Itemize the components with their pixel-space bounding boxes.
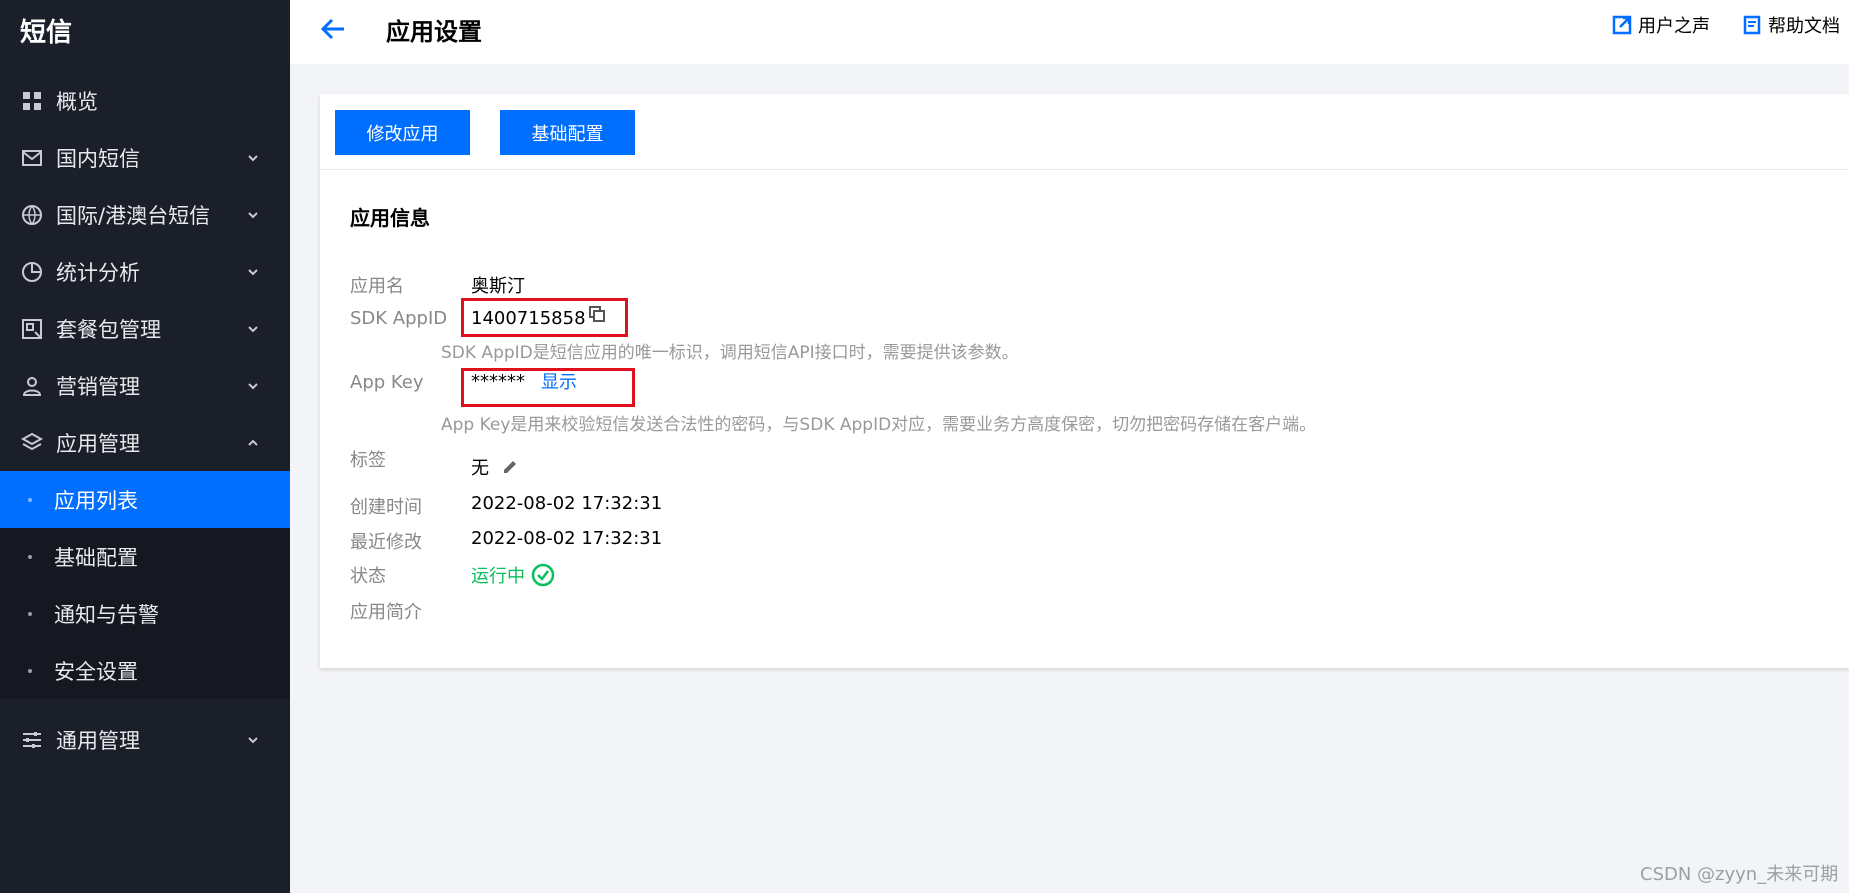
chevron-down-icon bbox=[248, 154, 258, 161]
sidebar-item-label: 国际/港澳台短信 bbox=[56, 203, 211, 228]
app-management-subnav: 应用列表 基础配置 通知与告警 安全设置 bbox=[0, 471, 290, 699]
field-label: 应用名 bbox=[350, 276, 404, 297]
status-value: 运行中 bbox=[471, 566, 525, 587]
sidebar-item-label: 统计分析 bbox=[56, 260, 140, 285]
bullet-icon bbox=[28, 497, 32, 502]
appid-highlight-box bbox=[461, 298, 628, 337]
sidebar-nav: 概览 国内短信 国际/港澳台短信 统计分析 套餐包管理 营销管理 应用管理 应用… bbox=[0, 72, 290, 768]
card-toolbar: 修改应用 基础配置 bbox=[320, 94, 1849, 170]
sidebar-item-notify-alert[interactable]: 通知与告警 bbox=[0, 585, 290, 642]
field-label: 状态 bbox=[350, 566, 386, 587]
sliders-icon bbox=[20, 728, 44, 752]
chevron-up-icon bbox=[248, 439, 258, 446]
status-value-group: 运行中 bbox=[471, 562, 555, 588]
field-label: 标签 bbox=[350, 450, 386, 471]
field-label: App Key bbox=[350, 372, 424, 393]
back-arrow-icon[interactable] bbox=[318, 14, 348, 44]
edit-app-button[interactable]: 修改应用 bbox=[335, 110, 470, 155]
chevron-down-icon bbox=[248, 736, 258, 743]
field-label: 创建时间 bbox=[350, 497, 422, 518]
tag-value: 无 bbox=[471, 458, 489, 479]
bullet-icon bbox=[28, 611, 32, 616]
user-voice-link[interactable]: 用户之声 bbox=[1612, 12, 1710, 38]
sidebar-item-label: 通知与告警 bbox=[54, 602, 159, 627]
sidebar-item-label: 安全设置 bbox=[54, 659, 138, 684]
sidebar-item-label: 概览 bbox=[56, 89, 98, 114]
created-time-value: 2022-08-02 17:32:31 bbox=[471, 493, 663, 514]
field-label: 应用简介 bbox=[350, 602, 422, 623]
modified-time-value: 2022-08-02 17:32:31 bbox=[471, 528, 663, 549]
watermark: CSDN @zyyn_未来可期 bbox=[1640, 864, 1839, 885]
package-icon bbox=[20, 317, 44, 341]
document-icon bbox=[1742, 15, 1762, 35]
sidebar-item-label: 套餐包管理 bbox=[56, 317, 161, 342]
sidebar-item-general[interactable]: 通用管理 bbox=[0, 711, 290, 768]
page-header: 应用设置 用户之声 帮助文档 bbox=[290, 0, 1849, 64]
field-label: 最近修改 bbox=[350, 532, 422, 553]
base-config-button[interactable]: 基础配置 bbox=[500, 110, 635, 155]
app-name-value: 奥斯汀 bbox=[471, 276, 525, 297]
sidebar: 短信 概览 国内短信 国际/港澳台短信 统计分析 套餐包管理 营销管理 应用管理… bbox=[0, 0, 290, 893]
grid-icon bbox=[20, 89, 44, 113]
sidebar-item-label: 国内短信 bbox=[56, 146, 140, 171]
appid-hint: SDK AppID是短信应用的唯一标识，调用短信API接口时，需要提供该参数。 bbox=[441, 343, 1019, 363]
sidebar-item-marketing[interactable]: 营销管理 bbox=[0, 357, 290, 414]
mail-icon bbox=[20, 146, 44, 170]
bullet-icon bbox=[28, 668, 32, 673]
sidebar-item-security[interactable]: 安全设置 bbox=[0, 642, 290, 699]
tag-value-group: 无 bbox=[471, 454, 519, 480]
sidebar-bottom-group: 通用管理 bbox=[0, 699, 290, 768]
sidebar-title: 短信 bbox=[20, 18, 73, 48]
page-title: 应用设置 bbox=[386, 18, 482, 46]
sidebar-item-app-management[interactable]: 应用管理 bbox=[0, 414, 290, 471]
sidebar-item-label: 应用管理 bbox=[56, 431, 140, 456]
check-circle-icon bbox=[531, 563, 555, 587]
appkey-highlight-box bbox=[461, 368, 635, 407]
sidebar-item-app-list[interactable]: 应用列表 bbox=[0, 471, 290, 528]
sidebar-item-base-config[interactable]: 基础配置 bbox=[0, 528, 290, 585]
sidebar-item-domestic-sms[interactable]: 国内短信 bbox=[0, 129, 290, 186]
layers-icon bbox=[20, 431, 44, 455]
sidebar-item-label: 通用管理 bbox=[56, 728, 140, 753]
appkey-hint: App Key是用来校验短信发送合法性的密码，与SDK AppID对应，需要业务… bbox=[441, 415, 1317, 435]
sidebar-item-label: 应用列表 bbox=[54, 488, 138, 513]
user-icon bbox=[20, 374, 44, 398]
sidebar-item-overview[interactable]: 概览 bbox=[0, 72, 290, 129]
sidebar-item-label: 基础配置 bbox=[54, 545, 138, 570]
pencil-icon[interactable] bbox=[501, 458, 519, 476]
sidebar-item-statistics[interactable]: 统计分析 bbox=[0, 243, 290, 300]
chevron-down-icon bbox=[248, 382, 258, 389]
help-docs-label: 帮助文档 bbox=[1768, 16, 1840, 37]
globe-icon bbox=[20, 203, 44, 227]
chevron-down-icon bbox=[248, 325, 258, 332]
external-link-icon bbox=[1612, 15, 1632, 35]
sidebar-item-label: 营销管理 bbox=[56, 374, 140, 399]
user-voice-label: 用户之声 bbox=[1638, 16, 1710, 37]
sidebar-item-package[interactable]: 套餐包管理 bbox=[0, 300, 290, 357]
pie-chart-icon bbox=[20, 260, 44, 284]
chevron-down-icon bbox=[248, 211, 258, 218]
bullet-icon bbox=[28, 554, 32, 559]
field-label: SDK AppID bbox=[350, 308, 448, 329]
help-docs-link[interactable]: 帮助文档 bbox=[1742, 12, 1840, 38]
chevron-down-icon bbox=[248, 268, 258, 275]
sidebar-item-international-sms[interactable]: 国际/港澳台短信 bbox=[0, 186, 290, 243]
section-title: 应用信息 bbox=[350, 206, 430, 230]
